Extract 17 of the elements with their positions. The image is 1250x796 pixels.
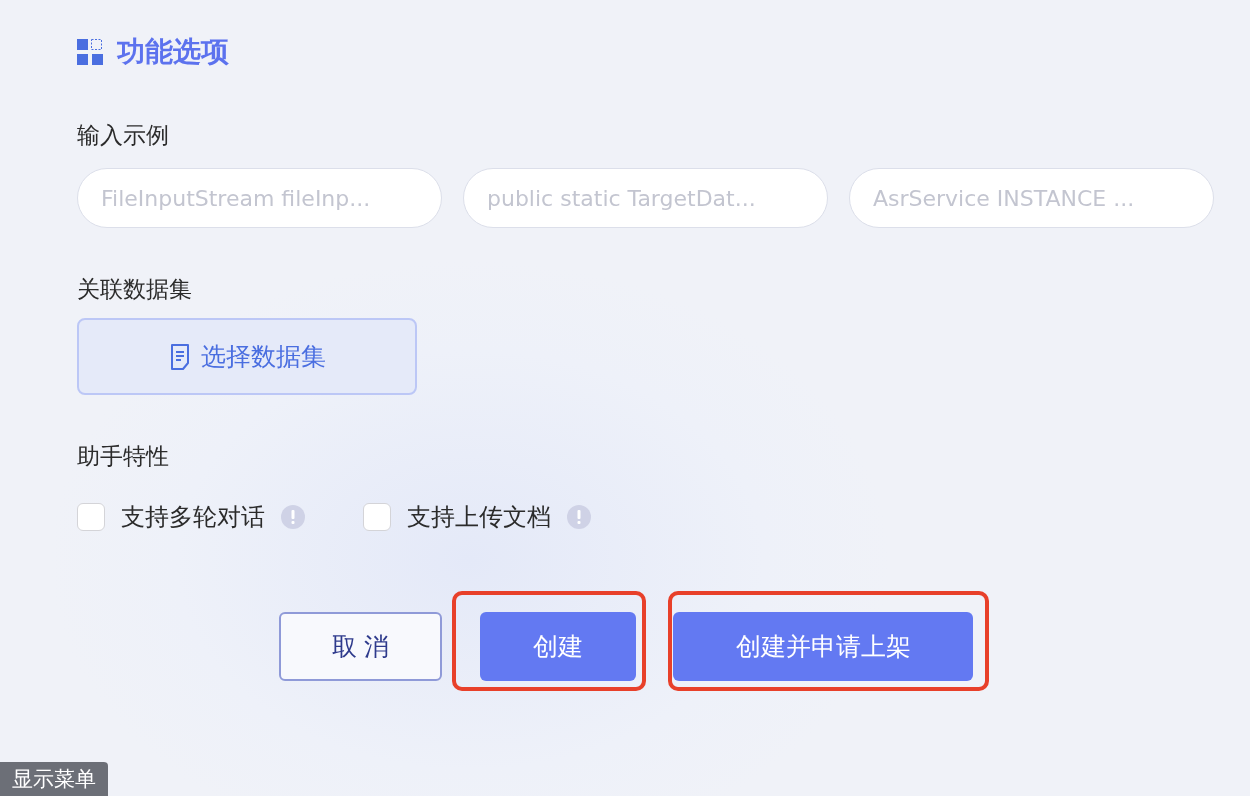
checkbox[interactable] [77,503,105,531]
info-icon[interactable] [281,505,305,529]
checkbox[interactable] [363,503,391,531]
info-icon[interactable] [567,505,591,529]
field-label: 输入示例 [77,121,170,150]
field-label: 助手特性 [77,442,170,471]
document-icon [168,343,191,370]
grid-icon [77,39,103,65]
option-label: 支持上传文档 [407,502,551,533]
submit-button[interactable]: 创建并申请上架 [673,612,973,681]
show-menu-tab[interactable]: 显示菜单 [0,762,108,796]
submit-button[interactable]: 创建 [480,612,636,681]
field-label: 关联数据集 [77,275,193,304]
select-dataset-button[interactable]: 选择数据集 [77,318,417,395]
cancel-button[interactable]: 取 消 [279,612,442,681]
section-title: 功能选项 [117,34,229,70]
option-label: 支持多轮对话 [121,502,265,533]
